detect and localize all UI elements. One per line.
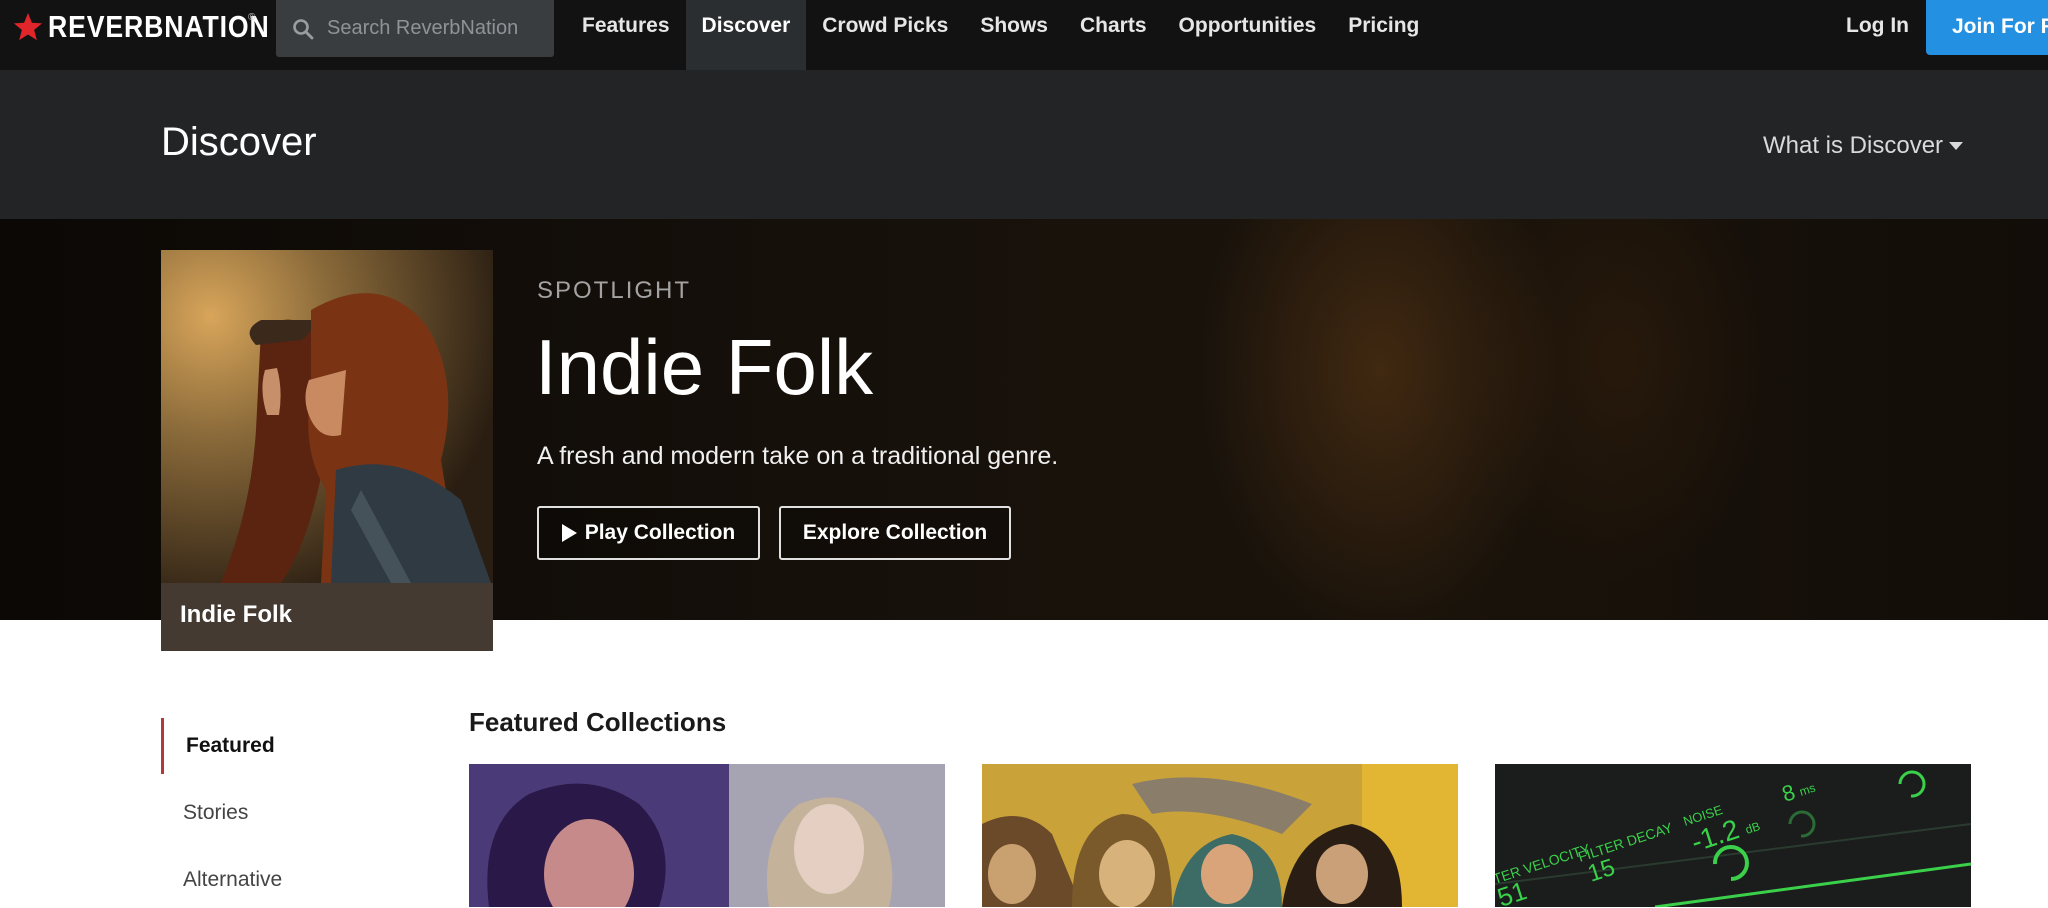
spotlight-cover-image — [161, 250, 493, 583]
search-icon — [293, 18, 314, 39]
explore-collection-label: Explore Collection — [802, 521, 988, 544]
top-navigation: REVERBNATION ® Features Discover Crowd P… — [0, 0, 2048, 70]
spotlight-cover-caption: Indie Folk — [161, 583, 493, 651]
main-nav: Features Discover Crowd Picks Shows Char… — [566, 0, 1435, 70]
sidebar-item-stories[interactable]: Stories — [161, 785, 361, 841]
brand-registered-mark: ® — [248, 12, 256, 23]
what-is-discover-label: What is Discover — [1763, 132, 1944, 159]
spotlight-cover-title: Indie Folk — [180, 601, 293, 628]
featured-collection-card[interactable]: TER VELOCITY FILTER DECAY NOISE 51 15 -1… — [1495, 764, 1971, 907]
join-button[interactable]: Join For F — [1926, 0, 2048, 55]
nav-features[interactable]: Features — [566, 0, 686, 70]
two-women-portrait-image — [469, 764, 945, 907]
spotlight-cover[interactable]: Indie Folk — [161, 250, 493, 651]
synth-display-image: TER VELOCITY FILTER DECAY NOISE 51 15 -1… — [1495, 764, 1971, 907]
nav-pricing[interactable]: Pricing — [1332, 0, 1435, 70]
play-icon — [561, 524, 577, 542]
explore-collection-button[interactable]: Explore Collection — [779, 506, 1011, 560]
nav-shows[interactable]: Shows — [964, 0, 1064, 70]
brand-name: REVERBNATION — [48, 9, 270, 44]
nav-opportunities[interactable]: Opportunities — [1163, 0, 1333, 70]
featured-collections-title: Featured Collections — [469, 707, 727, 737]
featured-collection-card[interactable] — [982, 764, 1458, 907]
spotlight-title: Indie Folk — [535, 323, 874, 411]
sidebar-item-label: Alternative — [183, 868, 283, 891]
nav-discover[interactable]: Discover — [685, 0, 807, 70]
sidebar-item-label: Featured — [186, 734, 275, 757]
sidebar-item-featured[interactable]: Featured — [161, 718, 364, 774]
play-collection-button[interactable]: Play Collection — [537, 506, 760, 560]
page-title: Discover — [161, 120, 317, 164]
crowd-on-yellow-image — [982, 764, 1458, 907]
play-collection-label: Play Collection — [584, 521, 736, 544]
spotlight-kicker: SPOTLIGHT — [537, 277, 692, 304]
search-input[interactable] — [325, 16, 549, 41]
caret-down-icon — [1949, 142, 1964, 150]
sidebar-item-alternative[interactable]: Alternative — [161, 852, 361, 908]
spotlight-description: A fresh and modern take on a traditional… — [537, 442, 1059, 470]
brand-logo[interactable]: REVERBNATION ® — [12, 9, 306, 44]
star-icon — [13, 13, 43, 41]
page-header: Discover What is Discover — [0, 70, 2048, 219]
sidebar-item-label: Stories — [183, 801, 249, 824]
nav-crowd-picks[interactable]: Crowd Picks — [806, 0, 964, 70]
nav-charts[interactable]: Charts — [1064, 0, 1163, 70]
login-link[interactable]: Log In — [1846, 14, 1909, 38]
featured-collection-card[interactable] — [469, 764, 945, 907]
what-is-discover-dropdown[interactable]: What is Discover — [1763, 132, 1964, 160]
search-box[interactable] — [276, 0, 554, 57]
